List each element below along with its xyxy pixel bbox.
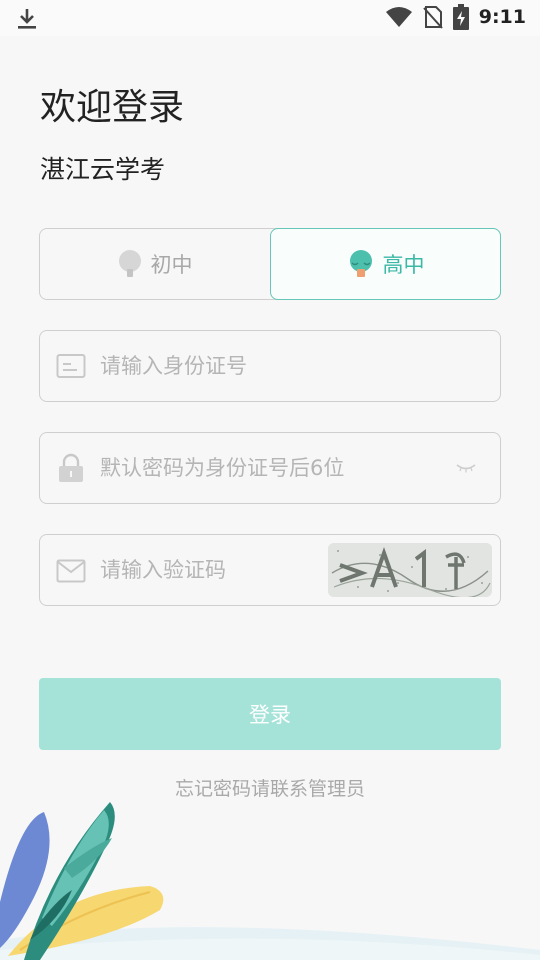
password-field xyxy=(39,432,501,504)
level-option-label: 高中 xyxy=(382,253,425,277)
no-sim-icon xyxy=(422,6,443,29)
level-option-junior[interactable]: 初中 xyxy=(39,228,270,300)
page-title: 欢迎登录 xyxy=(40,87,185,128)
battery-charging-icon xyxy=(452,4,469,30)
lock-icon xyxy=(59,453,83,482)
level-option-senior[interactable]: 高中 xyxy=(270,228,501,300)
id-card-icon xyxy=(56,354,86,378)
login-button[interactable]: 登录 xyxy=(39,678,501,750)
status-bar: 9:11 xyxy=(0,0,540,36)
level-option-label: 初中 xyxy=(150,253,193,277)
wifi-icon xyxy=(385,7,412,27)
tree-icon xyxy=(349,250,372,277)
id-number-input[interactable] xyxy=(100,343,440,389)
captcha-input[interactable] xyxy=(100,547,340,593)
password-input[interactable] xyxy=(100,445,440,491)
page-subtitle: 湛江云学考 xyxy=(40,155,166,184)
school-level-toggle: 初中 高中 xyxy=(39,228,501,300)
leaf-decoration xyxy=(0,802,540,960)
download-icon xyxy=(18,9,36,29)
captcha-image[interactable] xyxy=(328,543,492,597)
tree-icon xyxy=(118,250,141,277)
captcha-field xyxy=(39,534,501,606)
eye-closed-icon[interactable] xyxy=(456,463,476,473)
id-number-field xyxy=(39,330,501,402)
mail-icon xyxy=(56,559,86,583)
status-time: 9:11 xyxy=(478,6,526,28)
